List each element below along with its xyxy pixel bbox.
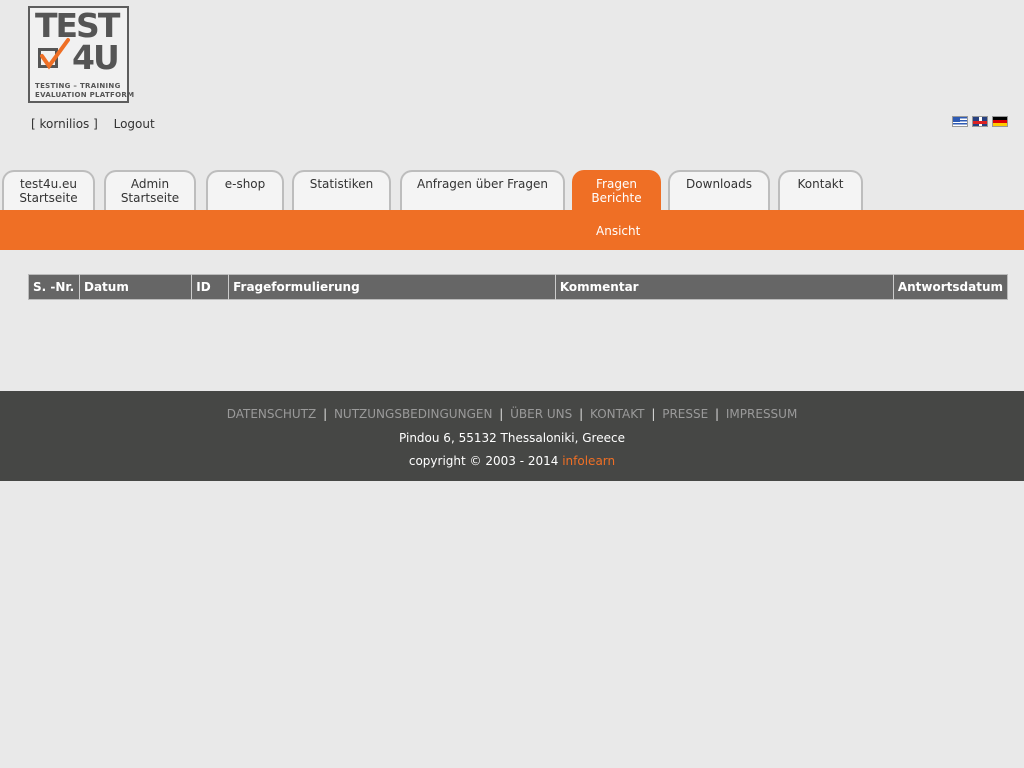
footer-link-nutzungsbedingungen[interactable]: NUTZUNGSBEDINGUNGEN <box>334 407 492 421</box>
tab-kontakt[interactable]: Kontakt <box>778 170 863 210</box>
logo-tagline: TESTING – TRAINING EVALUATION PLATFORM <box>35 82 135 99</box>
main-nav-tabs: test4u.eu Startseite Admin Startseite e-… <box>0 170 1024 210</box>
tab-anfragen-ueber-fragen[interactable]: Anfragen über Fragen <box>400 170 565 210</box>
footer-links: DATENSCHUTZ | NUTZUNGSBEDINGUNGEN | ÜBER… <box>226 407 798 421</box>
greek-flag-icon[interactable] <box>952 116 968 127</box>
column-header-antwortsdatum[interactable]: Antwortsdatum <box>892 274 1008 300</box>
language-selector <box>952 116 1008 127</box>
column-header-kommentar[interactable]: Kommentar <box>554 274 894 300</box>
uk-flag-icon[interactable] <box>972 116 988 127</box>
questions-report-table: S. -Nr. Datum ID Frageformulierung Komme… <box>28 274 1008 300</box>
column-header-snr[interactable]: S. -Nr. <box>28 274 80 300</box>
sub-nav-bar: Ansicht <box>0 210 1024 250</box>
footer-link-impressum[interactable]: IMPRESSUM <box>726 407 797 421</box>
logout-link[interactable]: Logout <box>114 117 155 131</box>
subnav-ansicht-link[interactable]: Ansicht <box>596 224 640 238</box>
footer-company-link[interactable]: infolearn <box>562 454 615 468</box>
column-header-datum[interactable]: Datum <box>78 274 192 300</box>
column-header-frageformulierung[interactable]: Frageformulierung <box>228 274 556 300</box>
user-bar: [ kornilios ] Logout <box>31 117 155 131</box>
tab-fragen-berichte[interactable]: Fragen Berichte <box>572 170 661 210</box>
logo-text-4u: 4U <box>72 38 120 77</box>
username-label: [ kornilios ] <box>31 117 98 131</box>
footer-link-ueber-uns[interactable]: ÜBER UNS <box>510 407 572 421</box>
tab-statistiken[interactable]: Statistiken <box>292 170 391 210</box>
footer-link-presse[interactable]: PRESSE <box>662 407 708 421</box>
site-footer: DATENSCHUTZ | NUTZUNGSBEDINGUNGEN | ÜBER… <box>0 391 1024 481</box>
german-flag-icon[interactable] <box>992 116 1008 127</box>
tab-test4u-startseite[interactable]: test4u.eu Startseite <box>2 170 95 210</box>
table-header-row: S. -Nr. Datum ID Frageformulierung Komme… <box>28 274 1008 300</box>
footer-link-kontakt[interactable]: KONTAKT <box>590 407 645 421</box>
tab-e-shop[interactable]: e-shop <box>206 170 284 210</box>
footer-copyright: copyright © 2003 - 2014 infolearn <box>408 454 616 468</box>
logo-checkmark-icon <box>40 38 70 70</box>
footer-link-datenschutz[interactable]: DATENSCHUTZ <box>227 407 317 421</box>
footer-address: Pindou 6, 55132 Thessaloniki, Greece <box>399 431 625 445</box>
tab-admin-startseite[interactable]: Admin Startseite <box>104 170 196 210</box>
test4u-logo[interactable]: TEST 4U TESTING – TRAINING EVALUATION PL… <box>28 6 134 103</box>
tab-downloads[interactable]: Downloads <box>668 170 770 210</box>
column-header-id[interactable]: ID <box>191 274 229 300</box>
